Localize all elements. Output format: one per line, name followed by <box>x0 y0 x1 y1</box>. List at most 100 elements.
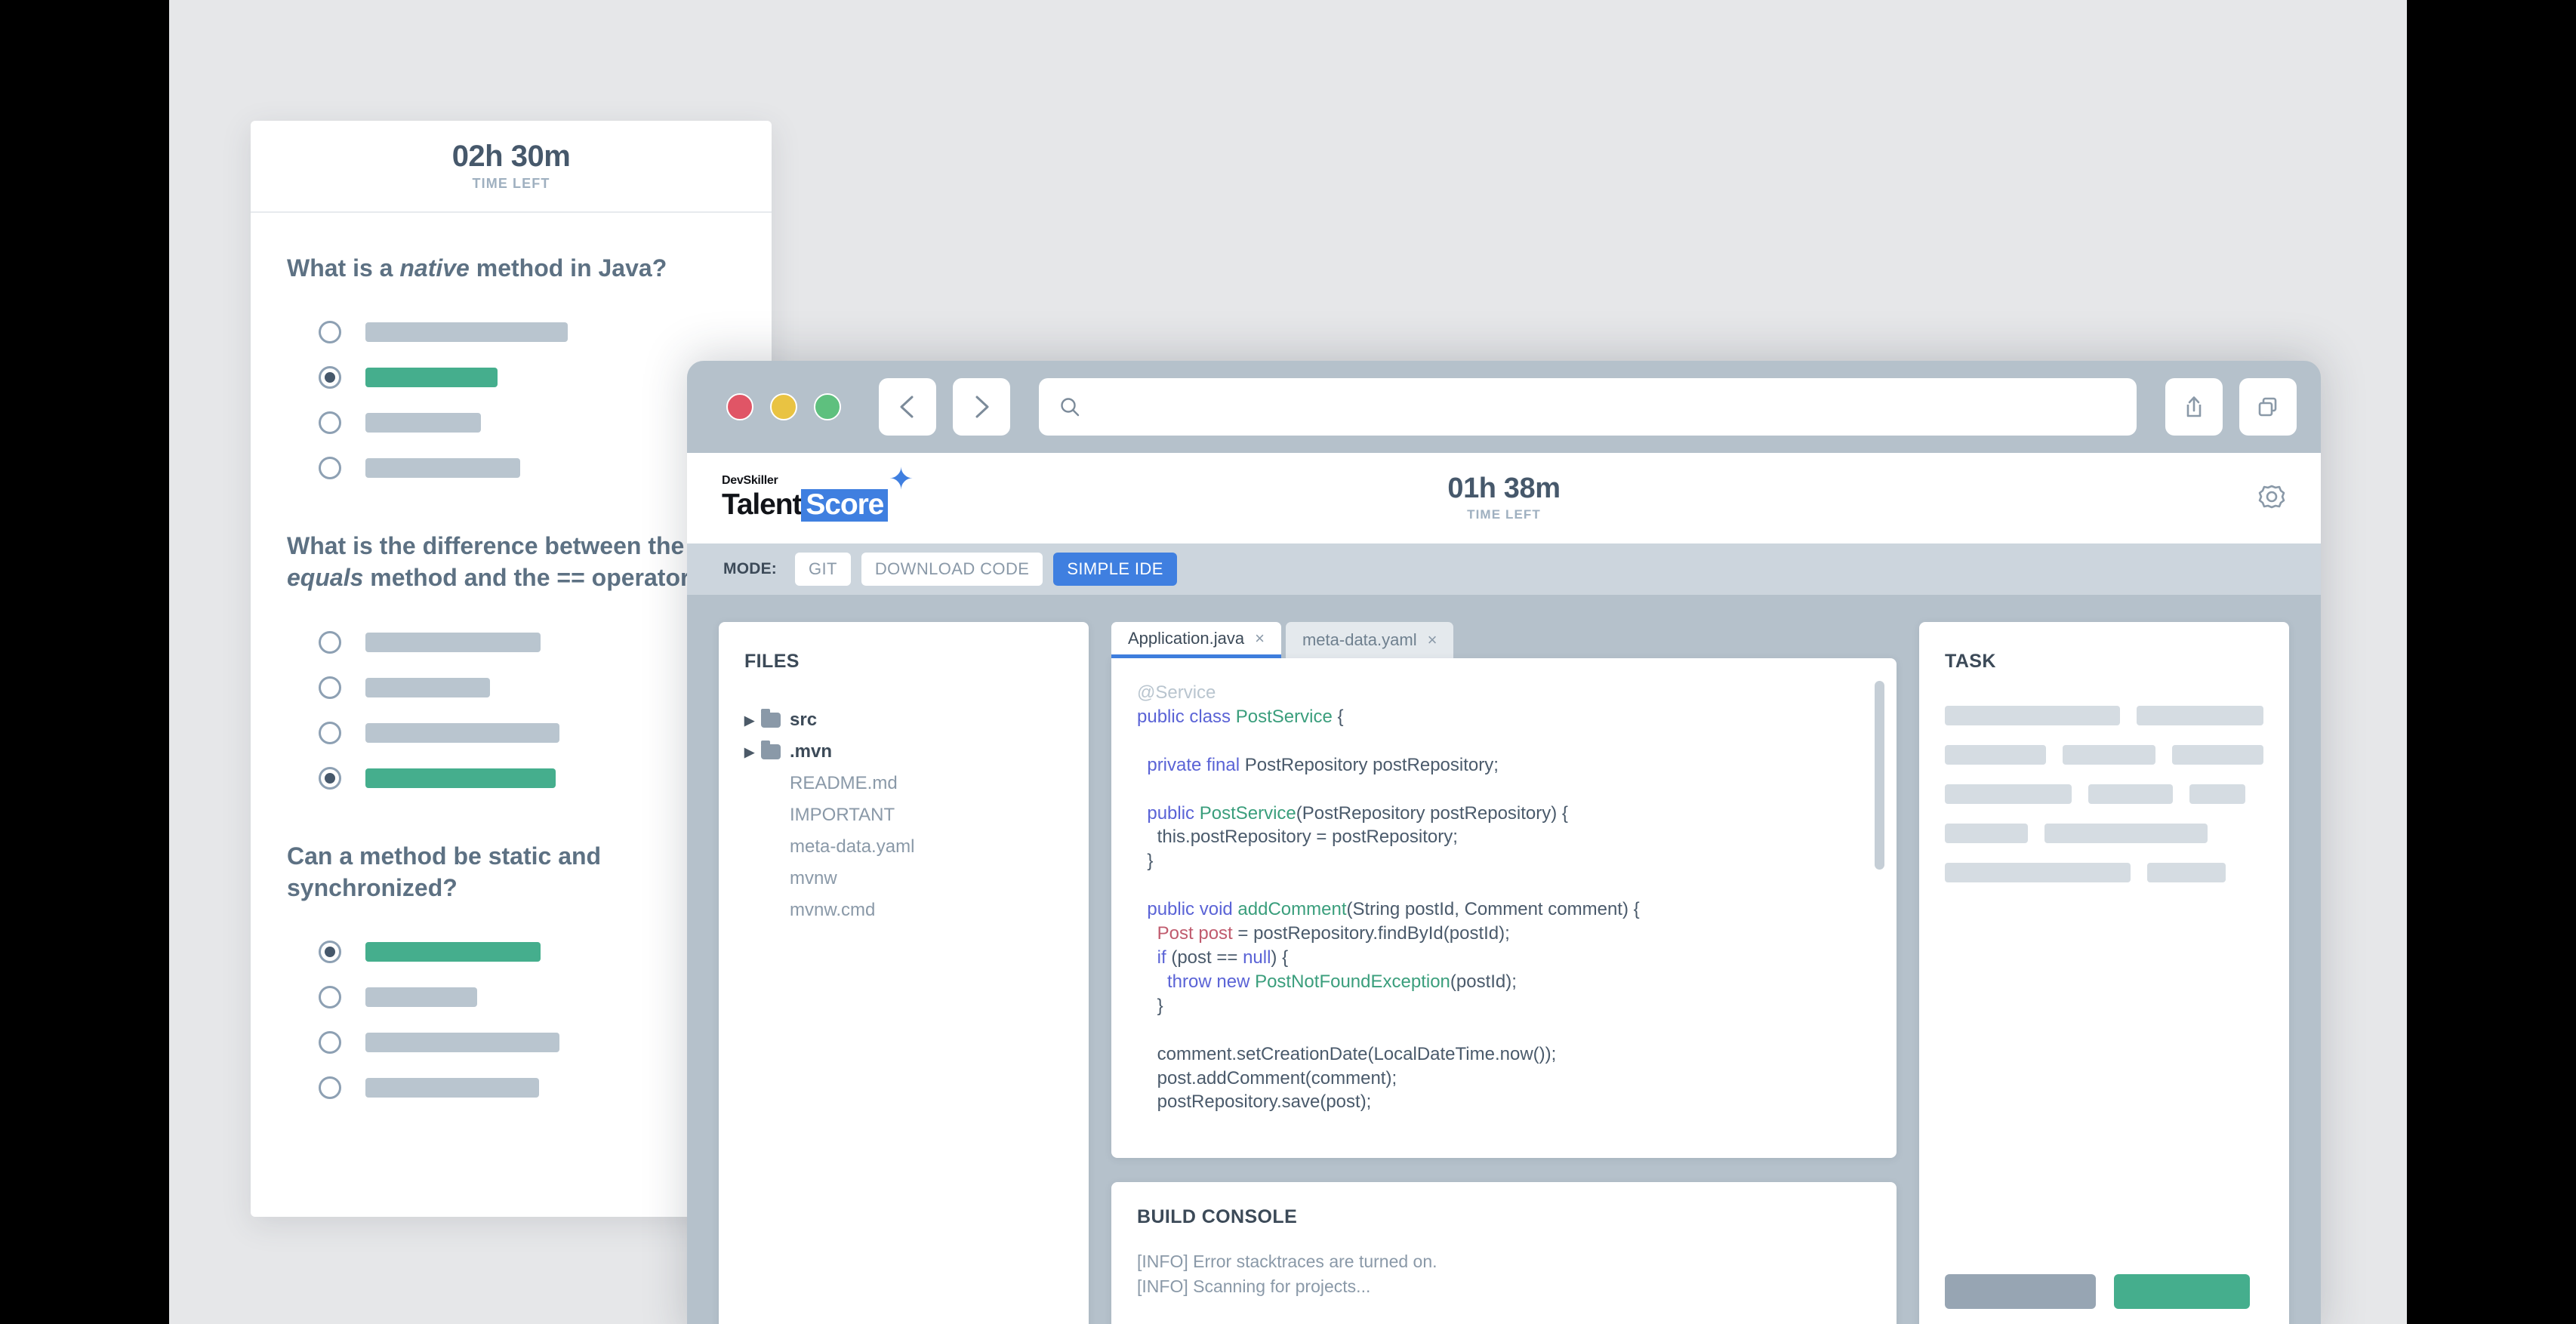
code-token: } <box>1137 995 1163 1016</box>
file-tree-folder[interactable]: ▶ src <box>744 704 1063 736</box>
quiz-option-row[interactable] <box>319 975 735 1020</box>
code-line: postRepository.save(post); <box>1137 1090 1871 1114</box>
code-token: (postId); <box>1450 971 1517 992</box>
file-tree-folder[interactable]: ▶ .mvn <box>744 736 1063 768</box>
close-light[interactable] <box>726 393 753 420</box>
quiz-option-row[interactable] <box>319 756 735 801</box>
editor-tab[interactable]: meta-data.yaml × <box>1285 622 1454 658</box>
folder-icon <box>761 709 781 728</box>
quiz-option-row[interactable] <box>319 929 735 975</box>
radio-unselected-icon[interactable] <box>319 411 341 435</box>
radio-unselected-icon[interactable] <box>319 1076 341 1100</box>
task-placeholder-bar <box>1945 745 2047 765</box>
tabs-button[interactable] <box>2239 378 2297 436</box>
quiz-option-placeholder <box>365 458 520 479</box>
console-line: [INFO] Scanning for projects... <box>1137 1276 1371 1296</box>
file-tree-item-label: README.md <box>790 773 898 793</box>
window-controls <box>726 393 841 420</box>
radio-selected-icon[interactable] <box>319 941 341 964</box>
code-line: } <box>1137 994 1871 1018</box>
file-tree-file[interactable]: IMPORTANT <box>744 799 1063 831</box>
radio-unselected-icon[interactable] <box>319 986 341 1009</box>
close-icon[interactable]: × <box>1255 629 1265 648</box>
file-tree-item-label: mvnw <box>790 868 837 888</box>
editor-tab[interactable]: Application.java × <box>1111 622 1281 658</box>
quiz-option-row[interactable] <box>319 710 735 756</box>
code-token: (post == <box>1166 947 1243 968</box>
quiz-option-placeholder <box>365 942 541 962</box>
radio-unselected-icon[interactable] <box>319 676 341 699</box>
file-tree-item-label: IMPORTANT <box>790 805 895 825</box>
file-tree-file[interactable]: README.md <box>744 768 1063 799</box>
maximize-light[interactable] <box>814 393 841 420</box>
radio-unselected-icon[interactable] <box>319 630 341 654</box>
radio-unselected-icon[interactable] <box>319 721 341 744</box>
code-token: null <box>1243 947 1271 968</box>
file-tree-file[interactable]: mvnw.cmd <box>744 894 1063 926</box>
settings-button[interactable] <box>2257 482 2286 515</box>
radio-unselected-icon[interactable] <box>319 457 341 480</box>
radio-unselected-icon[interactable] <box>319 321 341 344</box>
share-button[interactable] <box>2165 378 2223 436</box>
mode-button-git[interactable]: GIT <box>795 553 851 586</box>
quiz-option-row[interactable] <box>319 445 735 491</box>
quiz-option-row[interactable] <box>319 665 735 710</box>
quiz-option-group <box>287 620 735 801</box>
mode-button-download-code[interactable]: DOWNLOAD CODE <box>861 553 1043 586</box>
task-primary-button[interactable] <box>2114 1274 2250 1309</box>
radio-selected-icon[interactable] <box>319 766 341 790</box>
radio-selected-icon[interactable] <box>319 366 341 390</box>
expand-triangle-icon[interactable]: ▶ <box>744 714 761 727</box>
editor-tab-bar: Application.java × meta-data.yaml × <box>1111 622 1897 658</box>
quiz-option-row[interactable] <box>319 620 735 665</box>
back-button[interactable] <box>879 378 936 436</box>
quiz-question-title: Can a method be static and synchronized? <box>287 842 602 901</box>
quiz-option-row[interactable] <box>319 309 735 355</box>
chevron-left-icon <box>900 396 914 418</box>
task-placeholder-row <box>1945 863 2263 882</box>
code-line: @Service <box>1137 681 1871 705</box>
assessment-timer-value: 01h 38m <box>1447 473 1561 505</box>
search-input[interactable] <box>1039 378 2137 436</box>
quiz-timer: 02h 30m TIME LEFT <box>251 121 772 213</box>
quiz-option-placeholder <box>365 413 481 433</box>
code-token: { <box>1332 706 1344 727</box>
app-header: DevSkiller Talent Score ✦ 01h 38m TIME LE… <box>687 453 2321 543</box>
code-editor[interactable]: @Service public class PostService { priva… <box>1111 658 1897 1158</box>
quiz-option-row[interactable] <box>319 1020 735 1065</box>
quiz-option-row[interactable] <box>319 400 735 445</box>
quiz-option-group <box>287 929 735 1110</box>
forward-button[interactable] <box>953 378 1010 436</box>
logo-kicker: DevSkiller <box>722 474 778 487</box>
quiz-option-placeholder <box>365 768 556 788</box>
editor-scrollbar[interactable] <box>1875 681 1884 870</box>
task-panel: TASK <box>1919 622 2289 1324</box>
code-token: @Service <box>1137 682 1216 703</box>
file-tree-file[interactable]: mvnw <box>744 863 1063 894</box>
file-tree-file[interactable]: meta-data.yaml <box>744 831 1063 863</box>
quiz-timer-label: TIME LEFT <box>472 176 550 191</box>
minimize-light[interactable] <box>770 393 797 420</box>
radio-unselected-icon[interactable] <box>319 1031 341 1055</box>
mode-button-simple-ide[interactable]: SIMPLE IDE <box>1053 553 1177 586</box>
assessment-timer: 01h 38m TIME LEFT <box>687 453 2321 543</box>
file-tree: ▶ src ▶ .mvn README.md IMPORTANT meta-data.yam… <box>744 704 1063 926</box>
code-token: Post post <box>1157 923 1233 944</box>
quiz-option-row[interactable] <box>319 1065 735 1110</box>
task-secondary-button[interactable] <box>1945 1274 2096 1309</box>
quiz-option-placeholder <box>365 368 498 388</box>
close-icon[interactable]: × <box>1428 630 1437 650</box>
task-placeholder-bar <box>2063 745 2156 765</box>
code-line: if (post == null) { <box>1137 946 1871 970</box>
code-line: } <box>1137 849 1871 873</box>
code-line: throw new PostNotFoundException(postId); <box>1137 970 1871 994</box>
code-token: post.addComment(comment); <box>1137 1067 1397 1088</box>
expand-triangle-icon[interactable]: ▶ <box>744 746 761 759</box>
code-token: PostNotFoundException <box>1255 971 1450 992</box>
code-token: PostService <box>1235 706 1333 727</box>
quiz-option-row[interactable] <box>319 355 735 400</box>
